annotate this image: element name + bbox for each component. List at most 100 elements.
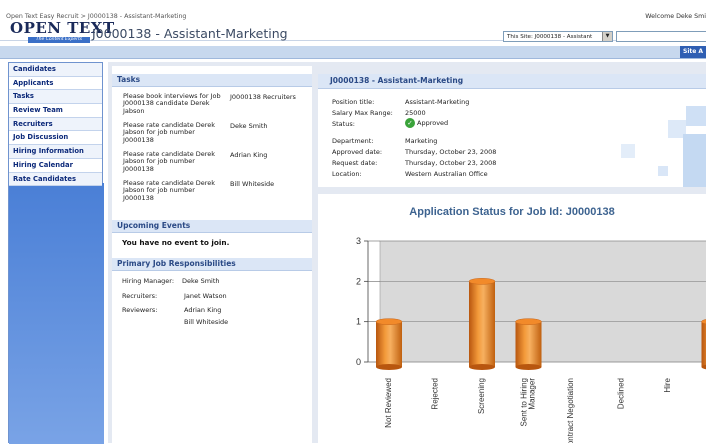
y-tick-label: 0 [356, 357, 361, 367]
events-webpart: Upcoming Events You have no event to joi… [112, 220, 312, 247]
approved-date-label: Approved date: [332, 148, 382, 156]
reviewers-row: Reviewers: Adrian King [112, 306, 312, 318]
task-description[interactable]: Please rate candidate Derek Jabson for j… [123, 122, 225, 144]
reviewer-name: Adrian King [184, 306, 221, 314]
location-row: Location: Western Australian Office [332, 170, 362, 178]
status-label: Status: [332, 120, 355, 128]
sidebar-item-rate-candidates[interactable]: Rate Candidates [9, 173, 102, 187]
task-description[interactable]: Please rate candidate Derek Jabson for j… [123, 180, 225, 202]
bar-top [516, 319, 542, 325]
task-assignee: J0000138 Recruiters [230, 93, 296, 101]
sidebar-item-recruiters[interactable]: Recruiters [9, 118, 102, 132]
chart-back-wall [380, 241, 706, 362]
bar-base [469, 364, 495, 370]
recruiters-value: Janet Watson [184, 292, 227, 300]
department-value: Marketing [405, 137, 437, 145]
reviewer-name: Bill Whiteside [184, 318, 228, 326]
x-tick-label: Screening [477, 378, 486, 414]
chart-panel: Application Status for Job Id: J0000138 … [318, 194, 706, 443]
responsibilities-heading[interactable]: Primary Job Responsibilities [112, 258, 312, 271]
sidebar: Candidates Applicants Tasks Review Team … [8, 62, 103, 443]
nav-strip [0, 46, 706, 59]
bar [469, 281, 495, 367]
task-description[interactable]: Please book interviews for Job J0000138 … [123, 93, 225, 115]
decorative-square [621, 144, 635, 158]
page-title: J0000138 - Assistant-Marketing [92, 26, 288, 41]
position-row: Position title: Assistant-Marketing [332, 98, 374, 106]
approved-date-row: Approved date: Thursday, October 23, 200… [332, 148, 382, 156]
search-input[interactable] [616, 31, 706, 42]
sidebar-item-applicants[interactable]: Applicants [9, 77, 102, 91]
bar [516, 322, 542, 367]
site-actions-button[interactable]: Site A [680, 46, 706, 58]
left-panel: Tasks Please book interviews for Job J00… [112, 66, 312, 443]
job-details-panel: J0000138 - Assistant-Marketing Position … [318, 74, 706, 187]
hiring-manager-label: Hiring Manager: [122, 277, 174, 285]
task-assignee: Bill Whiteside [230, 180, 274, 188]
tasks-list: Please book interviews for Job J0000138 … [112, 87, 312, 209]
request-date-value: Thursday, October 23, 2008 [405, 159, 496, 167]
task-assignee: Adrian King [230, 151, 267, 159]
sidebar-item-review-team[interactable]: Review Team [9, 104, 102, 118]
search-scope-value: This Site: J0000138 - Assistant [507, 34, 592, 40]
x-tick-label: Not Reviewed [384, 378, 393, 428]
search-scope-select[interactable]: This Site: J0000138 - Assistant ▼ [503, 31, 613, 42]
sidebar-item-hiring-information[interactable]: Hiring Information [9, 145, 102, 159]
bar-base [376, 364, 402, 370]
y-tick-label: 2 [356, 276, 361, 286]
department-row: Department: Marketing [332, 137, 374, 145]
checkmark-icon: ✓ [405, 118, 415, 128]
events-heading[interactable]: Upcoming Events [112, 220, 312, 233]
tasks-heading[interactable]: Tasks [112, 74, 312, 87]
bar [702, 322, 706, 367]
responsibilities-webpart: Primary Job Responsibilities Hiring Mana… [112, 258, 312, 329]
sidebar-item-job-discussion[interactable]: Job Discussion [9, 131, 102, 145]
decorative-square [658, 166, 668, 176]
status-row: Status: ✓Approved [332, 120, 355, 128]
status-value: ✓Approved [405, 118, 448, 128]
sidebar-item-candidates[interactable]: Candidates [9, 63, 102, 77]
chevron-down-icon[interactable]: ▼ [602, 32, 612, 41]
status-text: Approved [417, 119, 448, 127]
x-tick-label: Rejected [431, 378, 440, 410]
location-value: Western Australian Office [405, 170, 488, 178]
position-label: Position title: [332, 98, 374, 106]
list-item: Please book interviews for Job J0000138 … [123, 93, 312, 122]
logo-tagline: The Content Experts [28, 37, 90, 43]
location-label: Location: [332, 170, 362, 178]
list-item: Please rate candidate Derek Jabson for j… [123, 122, 312, 151]
x-tick-label: Manager [528, 378, 537, 410]
y-tick-label: 1 [356, 317, 361, 327]
decorative-square [686, 106, 706, 126]
bar-base [516, 364, 542, 370]
hiring-manager-value: Deke Smith [182, 277, 220, 285]
task-description[interactable]: Please rate candidate Derek Jabson for j… [123, 151, 225, 173]
salary-value: 25000 [405, 109, 426, 117]
sidebar-item-tasks[interactable]: Tasks [9, 90, 102, 104]
request-date-row: Request date: Thursday, October 23, 2008 [332, 159, 377, 167]
bar-top [376, 319, 402, 325]
x-tick-label: Hire [663, 377, 672, 392]
position-value: Assistant-Marketing [405, 98, 469, 106]
sidebar-item-hiring-calendar[interactable]: Hiring Calendar [9, 159, 102, 173]
sidebar-menu: Candidates Applicants Tasks Review Team … [9, 63, 102, 186]
y-tick-label: 3 [356, 236, 361, 246]
sidebar-background [9, 183, 104, 444]
bar [376, 322, 402, 367]
welcome-menu[interactable]: Welcome Deke Smi [645, 13, 706, 20]
job-details-heading: J0000138 - Assistant-Marketing [318, 74, 706, 89]
application-status-chart: 0123Not ReviewedRejectedScreeningSent to… [318, 194, 706, 443]
list-item: Please rate candidate Derek Jabson for j… [123, 151, 312, 180]
salary-label: Salary Max Range: [332, 109, 393, 117]
reviewers-row-2: Bill Whiteside [112, 318, 312, 330]
list-item: Please rate candidate Derek Jabson for j… [123, 180, 312, 209]
top-bar: Open Text Easy Recruit > J0000138 - Assi… [0, 0, 706, 41]
x-tick-label: Contract Negotiation [566, 378, 575, 443]
hiring-manager-row: Hiring Manager: Deke Smith [112, 277, 312, 289]
task-assignee: Deke Smith [230, 122, 268, 130]
salary-row: Salary Max Range: 25000 [332, 109, 393, 117]
department-label: Department: [332, 137, 374, 145]
decorative-square [683, 134, 706, 187]
no-events-text: You have no event to join. [112, 233, 312, 247]
reviewers-label: Reviewers: [122, 306, 157, 314]
